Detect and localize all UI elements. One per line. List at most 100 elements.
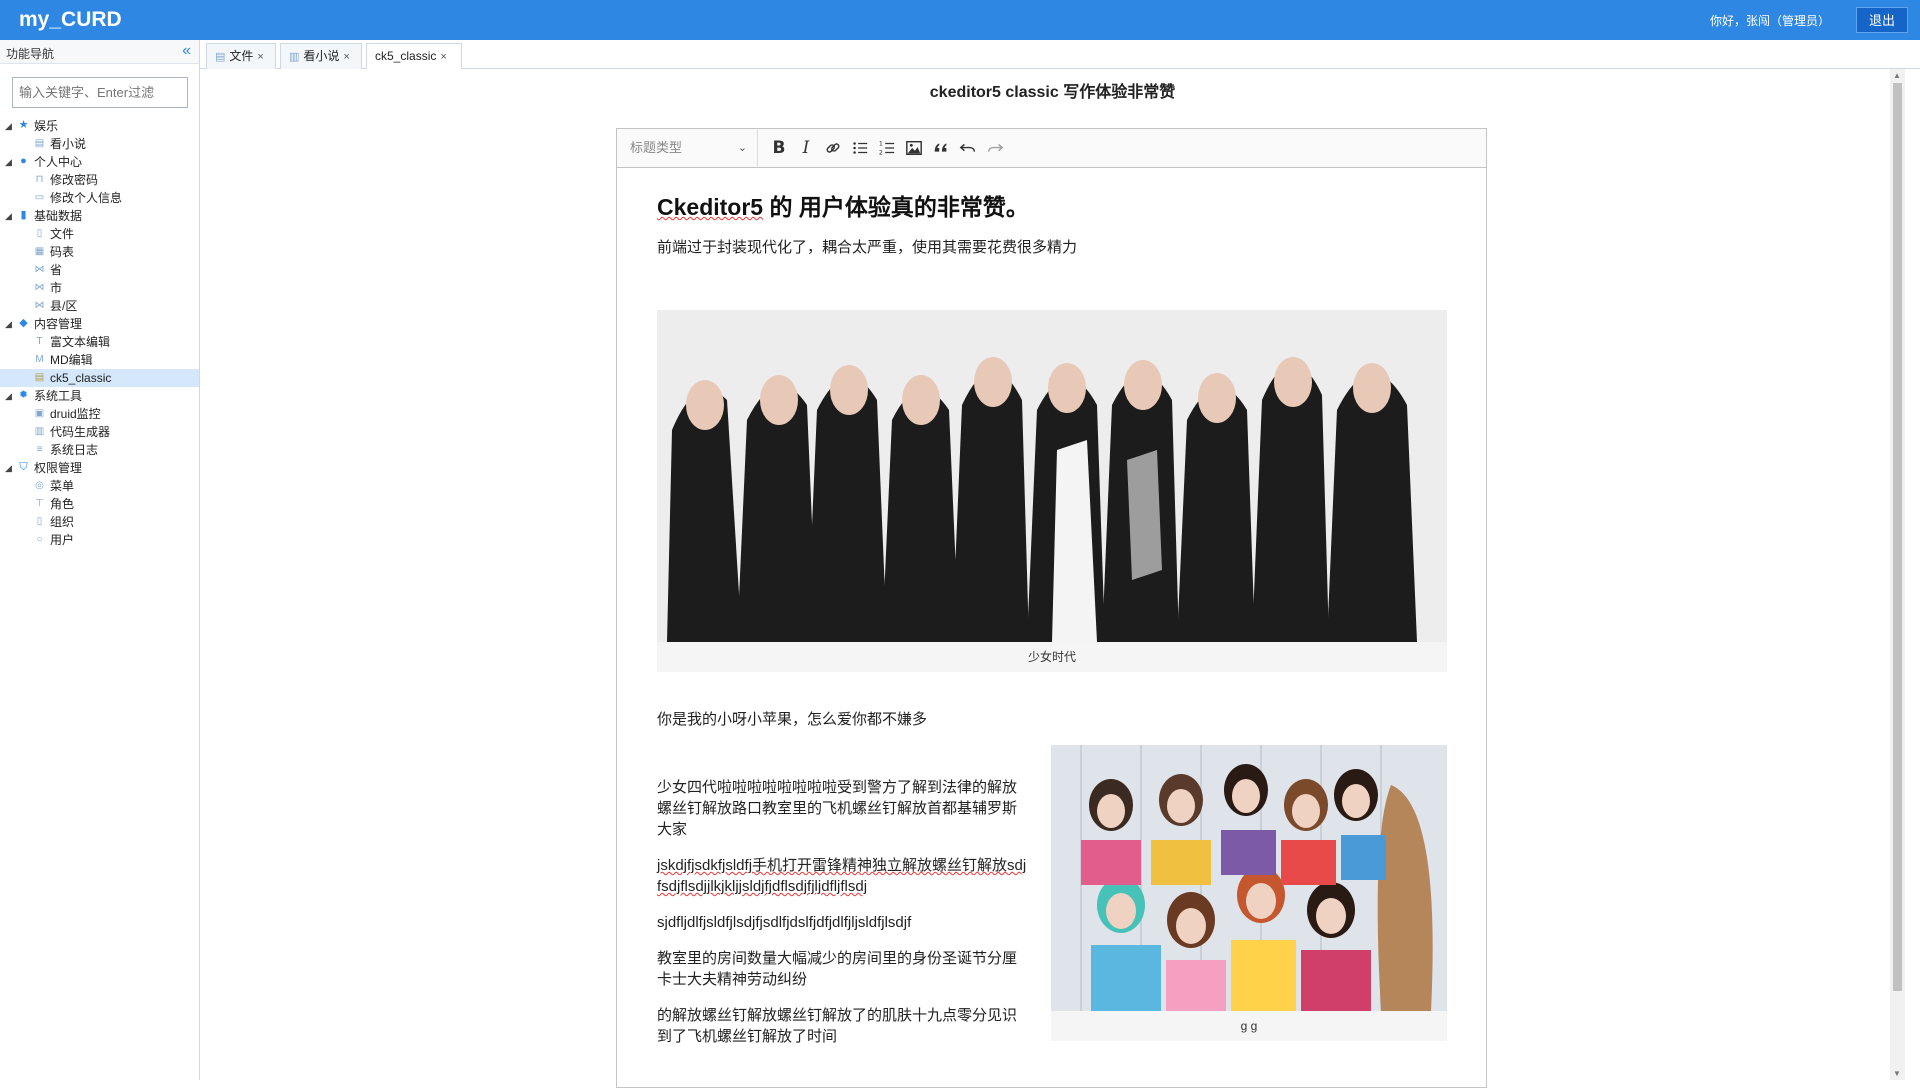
text-icon: T [36, 336, 43, 347]
sidebar-item[interactable]: ≡ 系统日志 [0, 441, 199, 459]
sidebar-group[interactable]: ◢ ⛉ 权限管理 [0, 459, 199, 477]
page-title: ckeditor5 classic 写作体验非常赞 [929, 84, 1176, 101]
italic-button[interactable]: I [793, 135, 819, 161]
file-icon: ▯ [36, 228, 43, 239]
content-paragraph[interactable]: 你是我的小呀小苹果，怎么爱你都不嫌多 [657, 708, 927, 729]
expand-toggle-icon[interactable]: ◢ [5, 387, 12, 405]
sidebar-group[interactable]: ◢ ✹ 系统工具 [0, 387, 199, 405]
redo-icon [987, 143, 1004, 152]
sidebar-item-label: 省 [50, 263, 63, 277]
heading-dropdown-label: 标题类型 [630, 140, 683, 155]
text-column[interactable]: 少女四代啦啦啦啦啦啦啦啦受到警方了解到法律的解放螺丝钉解放路口教室里的飞机螺丝钉… [657, 777, 1029, 1062]
expand-toggle-icon[interactable]: ◢ [5, 117, 12, 135]
logout-button[interactable]: 退出 [1856, 7, 1908, 33]
content-heading[interactable]: Ckeditor5 的 用户体验真的非常赞。 [657, 188, 1029, 222]
heading-dropdown[interactable]: 标题类型 ⌄ [617, 129, 758, 167]
sidebar-group-label: 权限管理 [34, 461, 83, 475]
link-button[interactable] [820, 135, 846, 161]
redo-button[interactable] [982, 135, 1008, 161]
sidebar-group[interactable]: ◢ ● 个人中心 [0, 153, 199, 171]
tab-novel[interactable]: ▥ 看小说 × [280, 43, 362, 69]
content-paragraph[interactable]: 前端过于封装现代化了，耦合太严重，使用其需要花费很多精力 [657, 236, 1077, 257]
bold-button[interactable]: B [766, 135, 792, 161]
sidebar-group[interactable]: ◢ ◆ 内容管理 [0, 315, 199, 333]
sidebar-item[interactable]: ▯ 组织 [0, 513, 199, 531]
sidebar-item[interactable]: ◎ 菜单 [0, 477, 199, 495]
scroll-down-icon[interactable]: ▼ [1893, 1069, 1901, 1078]
sidebar-item-label: 富文本编辑 [50, 335, 111, 349]
sidebar-item-label: MD编辑 [50, 353, 93, 367]
sidebar-group-label: 基础数据 [34, 209, 83, 223]
main-panel: ckeditor5 classic 写作体验非常赞 标题类型 ⌄ B I 12 [200, 69, 1905, 1088]
sidebar-item[interactable]: M MD编辑 [0, 351, 199, 369]
bulleted-list-button[interactable] [847, 135, 873, 161]
bold-icon: B [772, 138, 786, 158]
sidebar-group[interactable]: ◢ ▮ 基础数据 [0, 207, 199, 225]
sidebar-item[interactable]: ⊓ 修改密码 [0, 171, 199, 189]
close-icon[interactable]: × [440, 51, 446, 63]
sidebar-item[interactable]: ▤ ck5_classic [0, 369, 199, 387]
image-caption[interactable]: 少女时代 [657, 642, 1447, 672]
sidebar-item[interactable]: ⋈ 县/区 [0, 297, 199, 315]
sidebar-item[interactable]: T 富文本编辑 [0, 333, 199, 351]
expand-toggle-icon[interactable]: ◢ [5, 153, 12, 171]
undo-button[interactable] [955, 135, 981, 161]
sidebar-item[interactable]: ⋈ 省 [0, 261, 199, 279]
sidebar-item[interactable]: ▦ 码表 [0, 243, 199, 261]
scroll-up-icon[interactable]: ▲ [1893, 71, 1901, 80]
org-icon: ▯ [36, 516, 43, 527]
sidebar-item-label: 组织 [50, 515, 75, 529]
sidebar-item-label: 菜单 [50, 479, 75, 493]
gear-icon: ✹ [18, 389, 29, 401]
svg-text:1: 1 [879, 140, 883, 147]
id-card-icon: ▭ [34, 192, 45, 203]
collapse-sidebar-icon[interactable]: « [182, 42, 191, 60]
sidebar-item-label: 系统日志 [50, 443, 99, 457]
close-icon[interactable]: × [257, 51, 263, 63]
content-paragraph[interactable]: sjdfljdlfjsldfjlsdjfjsdlfjdslfjdfjdlfjlj… [657, 912, 1029, 933]
blockquote-button[interactable] [928, 135, 954, 161]
network-icon: ⋈ [34, 282, 45, 293]
content-paragraph[interactable]: 教室里的房间数量大幅减少的房间里的身份圣诞节分厘卡士大夫精神劳动纠纷 [657, 948, 1029, 990]
expand-toggle-icon[interactable]: ◢ [5, 315, 12, 333]
sidebar-group-label: 娱乐 [34, 119, 59, 133]
sidebar-item[interactable]: ⊤ 角色 [0, 495, 199, 513]
italic-icon: I [802, 138, 810, 158]
close-icon[interactable]: × [343, 51, 349, 63]
scrollbar-thumb[interactable] [1893, 83, 1902, 991]
expand-toggle-icon[interactable]: ◢ [5, 459, 12, 477]
sidebar-item[interactable]: ▯ 文件 [0, 225, 199, 243]
book-icon: ▤ [34, 138, 45, 149]
colorful-photo-image[interactable] [1051, 745, 1447, 1011]
bar-chart-icon: ▮ [20, 209, 27, 221]
sidebar-item-label: 用户 [50, 533, 75, 547]
person-icon: ○ [36, 534, 43, 545]
tab-file[interactable]: ▤ 文件 × [206, 43, 276, 69]
rich-text-editor[interactable]: 标题类型 ⌄ B I 12 Ckeditor5 的 用户体验真的非常赞。 前端过… [616, 128, 1487, 1088]
sidebar-item[interactable]: ⋈ 市 [0, 279, 199, 297]
sidebar-item-label: druid监控 [50, 407, 101, 421]
sidebar-item[interactable]: ▤ 看小说 [0, 135, 199, 153]
sidebar-item[interactable]: ▭ 修改个人信息 [0, 189, 199, 207]
tab-ck5-classic[interactable]: ck5_classic × [366, 43, 462, 70]
insert-image-button[interactable] [901, 135, 927, 161]
tab-label: 文件 [229, 49, 254, 63]
sidebar-item-label: 码表 [50, 245, 75, 259]
vertical-scrollbar[interactable]: ▲ ▼ [1890, 69, 1905, 1080]
sidebar-group[interactable]: ◢ ★ 娱乐 [0, 117, 199, 135]
chevron-down-icon: ⌄ [737, 142, 747, 154]
blockquote-icon [934, 143, 947, 152]
link-icon [826, 143, 840, 153]
expand-toggle-icon[interactable]: ◢ [5, 207, 12, 225]
network-icon: ⋈ [34, 264, 45, 275]
sidebar-item[interactable]: ▥ 代码生成器 [0, 423, 199, 441]
content-paragraph[interactable]: 的解放螺丝钉解放螺丝钉解放了的肌肤十九点零分见识到了飞机螺丝钉解放了时间 [657, 1005, 1029, 1047]
group-photo-image[interactable] [657, 310, 1447, 642]
numbered-list-button[interactable]: 12 [874, 135, 900, 161]
sidebar-item[interactable]: ▣ druid监控 [0, 405, 199, 423]
menu-filter-input[interactable] [12, 77, 188, 108]
sidebar-item[interactable]: ○ 用户 [0, 531, 199, 549]
content-paragraph[interactable]: 少女四代啦啦啦啦啦啦啦啦受到警方了解到法律的解放螺丝钉解放路口教室里的飞机螺丝钉… [657, 777, 1029, 840]
image-caption[interactable]: g g [1051, 1011, 1447, 1041]
content-paragraph[interactable]: jskdjfjsdkfjsldfj手机打开雷锋精神独立解放螺丝钉解放sdjfsd… [657, 855, 1029, 897]
